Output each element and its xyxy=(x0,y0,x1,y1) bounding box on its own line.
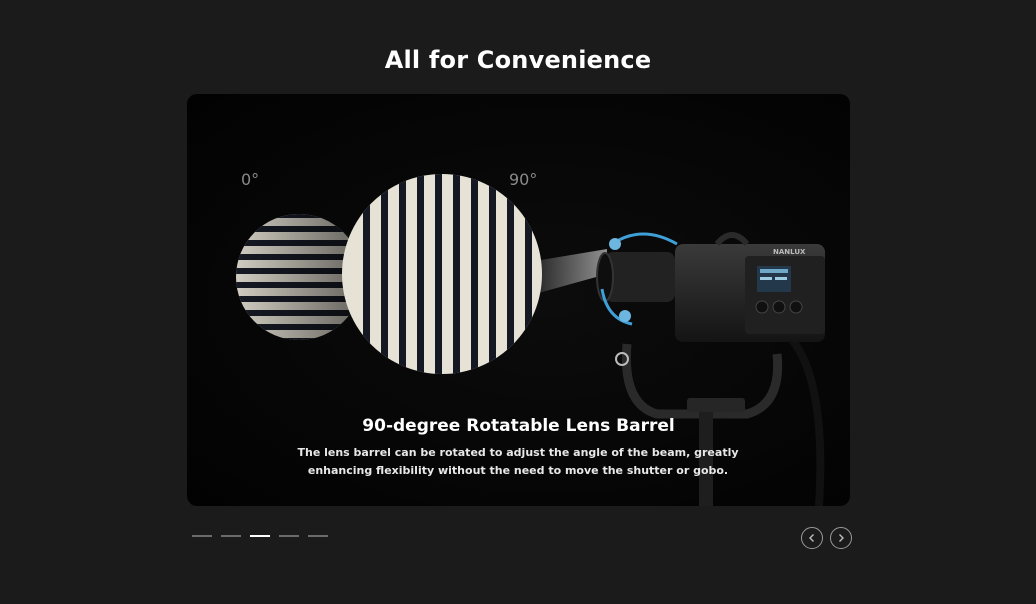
slide-caption-text: The lens barrel can be rotated to adjust… xyxy=(297,446,739,477)
carousel-slide: 0° 90° NANLUX 90-degree Rotatable Lens B… xyxy=(187,94,850,506)
slide-caption-title: 90-degree Rotatable Lens Barrel xyxy=(362,416,675,436)
brand-logo: NANLUX xyxy=(773,248,806,256)
pagination-dot-5[interactable] xyxy=(308,535,328,537)
pagination-dot-4[interactable] xyxy=(279,535,299,537)
next-button[interactable] xyxy=(830,527,852,549)
angle-label-0: 0° xyxy=(241,170,260,189)
angle-label-90: 90° xyxy=(509,170,538,189)
vertical-stripes-pattern xyxy=(342,174,542,374)
section-title: All for Convenience xyxy=(384,46,652,74)
pagination-dot-2[interactable] xyxy=(221,535,241,537)
prev-button[interactable] xyxy=(801,527,823,549)
chevron-left-icon xyxy=(809,534,814,542)
pagination-dot-1[interactable] xyxy=(192,535,212,537)
carousel-pagination xyxy=(192,535,328,537)
pagination-dot-3[interactable] xyxy=(250,535,270,537)
chevron-right-icon xyxy=(839,534,844,542)
